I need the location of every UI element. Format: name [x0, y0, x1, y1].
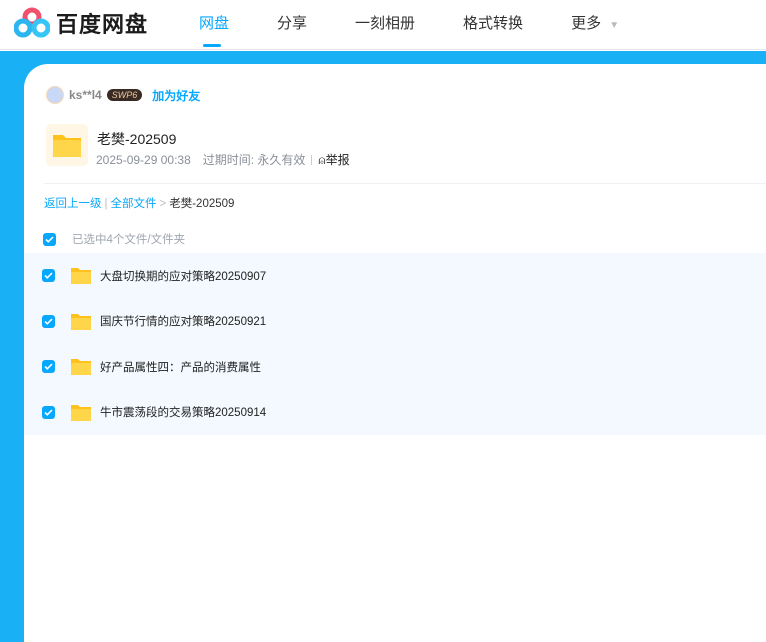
- file-row[interactable]: 好产品属性四：产品的消费属性: [24, 344, 766, 390]
- expire-time: 过期时间: 永久有效: [202, 153, 306, 167]
- nav-more[interactable]: 更多 ▼: [571, 12, 619, 33]
- report-label: 举报: [325, 153, 350, 167]
- report-button[interactable]: ⍝举报: [318, 151, 349, 168]
- nav-netdisk[interactable]: 网盘: [199, 12, 229, 47]
- all-files-link[interactable]: 全部文件: [111, 198, 157, 210]
- back-link[interactable]: 返回上一级: [44, 198, 102, 210]
- chevron-down-icon: ▼: [609, 20, 620, 31]
- folder-icon: [46, 124, 88, 166]
- file-row[interactable]: 国庆节行情的应对策略20250921: [24, 298, 766, 344]
- file-row[interactable]: 大盘切换期的应对策略20250907: [24, 253, 766, 299]
- folder-icon: [71, 268, 91, 285]
- alarm-icon: ⍝: [318, 153, 326, 167]
- folder-icon: [71, 404, 91, 421]
- avatar: [46, 86, 64, 104]
- divider: [311, 154, 313, 165]
- sharer-info: ks**l4 SWP6 加为好友: [46, 86, 200, 104]
- current-folder: 老樊-202509: [169, 198, 235, 210]
- file-name[interactable]: 国庆节行情的应对策略20250921: [100, 313, 266, 329]
- file-row[interactable]: 牛市震荡段的交易策略20250914: [24, 389, 766, 435]
- file-checkbox[interactable]: [42, 269, 55, 283]
- file-list: 大盘切换期的应对策略20250907 国庆节行情的应对策略20250921 好产…: [24, 253, 766, 435]
- file-name[interactable]: 好产品属性四：产品的消费属性: [100, 359, 261, 375]
- separator: >: [159, 198, 167, 210]
- share-card: ks**l4 SWP6 加为好友 老樊-202509 2025-09-29 00…: [24, 64, 766, 642]
- file-checkbox[interactable]: [42, 360, 55, 374]
- separator: |: [104, 198, 108, 210]
- select-all: 已选中4个文件/文件夹: [43, 231, 185, 247]
- username: ks**l4: [69, 88, 102, 102]
- file-checkbox[interactable]: [42, 405, 55, 419]
- vip-badge: SWP6: [106, 89, 143, 101]
- nav-album[interactable]: 一刻相册: [355, 12, 415, 33]
- nav-share[interactable]: 分享: [277, 12, 307, 33]
- folder-icon: [71, 359, 91, 376]
- nav-more-label: 更多: [571, 15, 602, 32]
- logo-text: 百度网盘: [56, 12, 149, 37]
- share-title: 老樊-202509: [97, 131, 177, 147]
- share-date: 2025-09-29 00:38: [96, 152, 191, 167]
- divider: [44, 183, 766, 184]
- logo[interactable]: 百度网盘: [14, 7, 148, 39]
- file-name[interactable]: 大盘切换期的应对策略20250907: [100, 268, 266, 284]
- select-all-checkbox[interactable]: [43, 232, 56, 246]
- file-checkbox[interactable]: [42, 314, 55, 328]
- folder-icon: [71, 313, 91, 330]
- add-friend-button[interactable]: 加为好友: [152, 87, 200, 104]
- share-meta: 2025-09-29 00:38 过期时间: 永久有效 ⍝举报: [96, 151, 350, 168]
- main-nav: 网盘 分享 一刻相册 格式转换 更多 ▼: [199, 12, 619, 47]
- top-bar: 百度网盘 网盘 分享 一刻相册 格式转换 更多 ▼: [0, 0, 766, 50]
- nav-convert[interactable]: 格式转换: [463, 12, 523, 33]
- breadcrumb: 返回上一级 | 全部文件 > 老樊-202509: [44, 195, 234, 211]
- file-name[interactable]: 牛市震荡段的交易策略20250914: [100, 404, 266, 420]
- selection-count: 已选中4个文件/文件夹: [72, 234, 186, 246]
- baidu-netdisk-logo-icon: [14, 7, 50, 38]
